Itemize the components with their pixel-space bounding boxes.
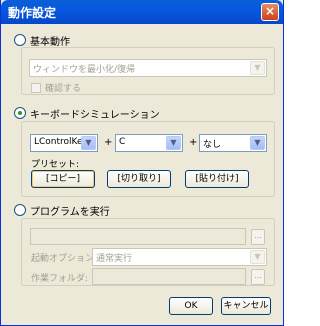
confirm-checkbox-row[interactable]: 確認する [31,81,81,94]
preset-copy-button[interactable]: [コピー] [31,170,95,188]
chevron-down-icon: ▼ [250,250,265,264]
preset-paste-button[interactable]: [貼り付け] [185,170,249,188]
close-button[interactable]: × [261,3,279,21]
radio-icon [14,107,26,119]
radio-run-program[interactable]: プログラムを実行 [14,203,110,218]
radio-keyboard-sim[interactable]: キーボードシミュレーション [14,106,160,121]
key2-select[interactable]: C ▼ [115,134,183,152]
cancel-button[interactable]: キャンセル [221,297,271,315]
confirm-checkbox[interactable] [31,82,41,93]
browse-workdir-button[interactable]: ... [251,269,265,285]
radio-basic-label: 基本動作 [30,36,70,48]
chevron-down-icon: ▼ [81,136,96,150]
chevron-down-icon: ▼ [250,61,265,75]
window-title: 動作設定 [8,6,57,20]
key3-value: なし [203,140,222,150]
radio-icon [14,204,26,216]
workdir-label: 作業フォルダ: [31,274,89,284]
workdir-input[interactable] [92,268,246,285]
basic-action-select[interactable]: ウィンドウを最小化/復帰 ▼ [29,59,267,77]
chevron-down-icon: ▼ [250,136,265,150]
key3-select[interactable]: なし ▼ [199,134,267,152]
preset-cut-button[interactable]: [切り取り] [107,170,171,188]
radio-basic-action[interactable]: 基本動作 [14,33,70,48]
browse-program-button[interactable]: ... [251,229,265,245]
radio-keyboard-label: キーボードシミュレーション [30,109,160,121]
radio-icon [14,34,26,46]
launch-option-select[interactable]: 通常実行 ▼ [92,248,267,266]
ok-button[interactable]: OK [169,297,213,315]
key2-value: C [119,137,126,147]
radio-program-label: プログラムを実行 [30,206,110,218]
basic-action-value: ウィンドウを最小化/復帰 [33,65,136,75]
title-bar[interactable]: 動作設定 × [1,0,283,24]
plus-sign: + [189,137,198,148]
settings-dialog: 動作設定 × 基本動作 ウィンドウを最小化/復帰 ▼ 確認する キーボードシミュ… [0,0,284,326]
chevron-down-icon: ▼ [166,136,181,150]
launch-option-value: 通常実行 [96,254,133,264]
launch-option-label: 起動オプション: [31,254,98,264]
key1-select[interactable]: LControlKey ▼ [30,134,98,152]
program-path-input[interactable] [30,228,246,245]
plus-sign: + [104,137,113,148]
preset-label: プリセット: [31,160,80,170]
confirm-label: 確認する [45,84,82,94]
key1-value: LControlKey [34,137,88,147]
